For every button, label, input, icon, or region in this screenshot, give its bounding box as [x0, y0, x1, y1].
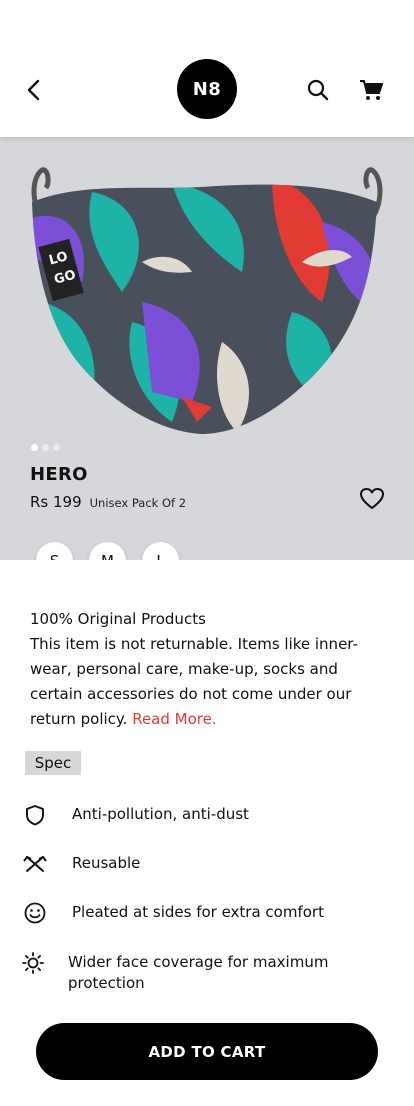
carousel-dot[interactable] [31, 444, 38, 451]
wishlist-button[interactable] [359, 487, 385, 511]
carousel-dot[interactable] [53, 444, 60, 451]
carousel-dots[interactable] [31, 444, 60, 451]
sun-icon [22, 952, 44, 974]
app-header: N8 [0, 0, 414, 137]
read-more-link[interactable]: Read More. [132, 710, 216, 728]
cart-button[interactable] [358, 78, 384, 102]
brand-logo[interactable]: N8 [177, 59, 237, 119]
product-price: Rs 199 [30, 493, 82, 511]
product-hero: LO GO HERO Rs 199 Unisex Pack Of 2 S M L [0, 137, 414, 560]
carousel-dot[interactable] [42, 444, 49, 451]
size-option-m[interactable]: M [89, 542, 126, 560]
feature-item: Reusable [22, 853, 352, 875]
search-icon [307, 79, 329, 101]
feature-text: Wider face coverage for maximum protecti… [68, 953, 329, 992]
price-row: Rs 199 Unisex Pack Of 2 [30, 493, 186, 511]
pack-info: Unisex Pack Of 2 [89, 496, 187, 510]
smile-icon [22, 902, 48, 924]
size-option-l[interactable]: L [142, 542, 179, 560]
back-button[interactable] [22, 76, 48, 104]
feature-item: Anti-pollution, anti-dust [22, 804, 352, 826]
chevron-left-icon [27, 79, 40, 101]
feature-item: Wider face coverage for maximum protecti… [22, 952, 352, 994]
product-image[interactable]: LO GO [22, 162, 392, 437]
info-body: This item is not returnable. Items like … [30, 632, 370, 732]
feature-text: Anti-pollution, anti-dust [72, 805, 249, 823]
size-selector: S M L [36, 542, 179, 560]
feature-text: Reusable [72, 854, 141, 872]
heart-outline-icon [360, 488, 384, 509]
return-policy-info: 100% Original Products This item is not … [30, 607, 370, 732]
shield-icon [22, 804, 48, 826]
search-button[interactable] [306, 78, 330, 102]
recycle-arrows-icon [22, 853, 48, 875]
product-name: HERO [30, 464, 88, 485]
spec-label: Spec [25, 751, 81, 775]
info-heading: 100% Original Products [30, 610, 206, 628]
feature-text: Pleated at sides for extra comfort [72, 903, 324, 921]
size-option-s[interactable]: S [36, 542, 73, 560]
feature-item: Pleated at sides for extra comfort [22, 902, 352, 924]
brand-logo-text: N8 [192, 78, 222, 100]
add-to-cart-button[interactable]: ADD TO CART [36, 1023, 378, 1080]
cart-icon [360, 80, 383, 100]
add-to-cart-label: ADD TO CART [148, 1042, 266, 1061]
